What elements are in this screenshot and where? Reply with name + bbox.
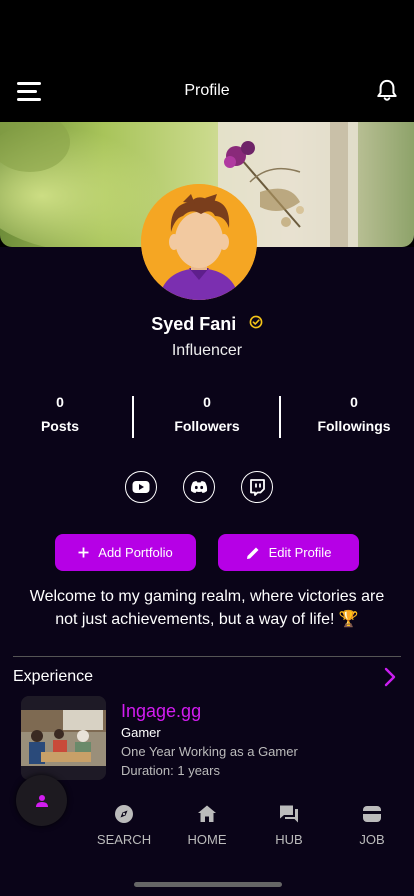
nav-home[interactable]: HOME bbox=[172, 804, 242, 847]
nav-job[interactable]: JOB bbox=[337, 804, 407, 847]
social-links bbox=[0, 471, 414, 503]
edit-profile-button[interactable]: Edit Profile bbox=[218, 534, 359, 571]
bell-icon[interactable] bbox=[376, 79, 398, 103]
nav-label: HUB bbox=[275, 832, 303, 847]
experience-duration: Duration: 1 years bbox=[121, 763, 220, 778]
stat-label: Posts bbox=[40, 418, 80, 434]
profile-name-row: Syed Fani bbox=[0, 314, 414, 335]
add-portfolio-label: Add Portfolio bbox=[98, 545, 173, 560]
profile-bio: Welcome to my gaming realm, where victor… bbox=[29, 588, 385, 628]
stat-value: 0 bbox=[56, 394, 64, 410]
experience-thumbnail[interactable] bbox=[21, 696, 106, 780]
pencil-icon bbox=[246, 547, 259, 559]
stat-posts[interactable]: 0 Posts bbox=[0, 394, 129, 434]
verified-icon bbox=[249, 315, 263, 329]
discord-icon[interactable] bbox=[183, 471, 215, 503]
wallet-icon bbox=[363, 806, 381, 822]
experience-title: Experience bbox=[13, 668, 94, 685]
nav-hub[interactable]: HUB bbox=[254, 804, 324, 847]
stat-divider bbox=[132, 396, 134, 438]
chat-icon bbox=[280, 805, 298, 823]
stat-value: 0 bbox=[350, 394, 358, 410]
stat-label: Followings bbox=[317, 418, 391, 434]
nav-label: HOME bbox=[187, 832, 227, 847]
top-bar: Profile bbox=[0, 0, 414, 122]
twitch-icon[interactable] bbox=[241, 471, 273, 503]
nav-label: JOB bbox=[359, 832, 385, 847]
home-indicator bbox=[134, 882, 282, 887]
youtube-icon[interactable] bbox=[125, 471, 157, 503]
person-icon bbox=[35, 794, 48, 807]
experience-company[interactable]: Ingage.gg bbox=[121, 701, 201, 722]
experience-description: One Year Working as a Gamer bbox=[121, 744, 298, 759]
nav-label: SEARCH bbox=[96, 832, 152, 847]
page-title: Profile bbox=[184, 82, 230, 99]
compass-icon bbox=[115, 805, 133, 823]
chevron-right-icon[interactable] bbox=[384, 667, 396, 687]
plus-icon bbox=[78, 547, 89, 558]
stat-followings[interactable]: 0 Followings bbox=[285, 394, 414, 434]
section-divider bbox=[13, 656, 401, 657]
stat-divider bbox=[279, 396, 281, 438]
nav-search[interactable]: SEARCH bbox=[89, 804, 159, 847]
add-portfolio-button[interactable]: Add Portfolio bbox=[55, 534, 196, 571]
profile-name: Syed Fani bbox=[151, 314, 237, 334]
profile-fab[interactable] bbox=[16, 775, 67, 826]
experience-role: Gamer bbox=[121, 725, 161, 740]
profile-role: Influencer bbox=[171, 342, 243, 359]
home-icon bbox=[198, 805, 216, 822]
stat-value: 0 bbox=[203, 394, 211, 410]
stat-label: Followers bbox=[174, 418, 240, 434]
edit-profile-label: Edit Profile bbox=[268, 545, 332, 560]
stat-followers[interactable]: 0 Followers bbox=[138, 394, 276, 434]
stats-row: 0 Posts 0 Followers 0 Followings bbox=[0, 394, 414, 440]
avatar[interactable] bbox=[141, 184, 257, 300]
